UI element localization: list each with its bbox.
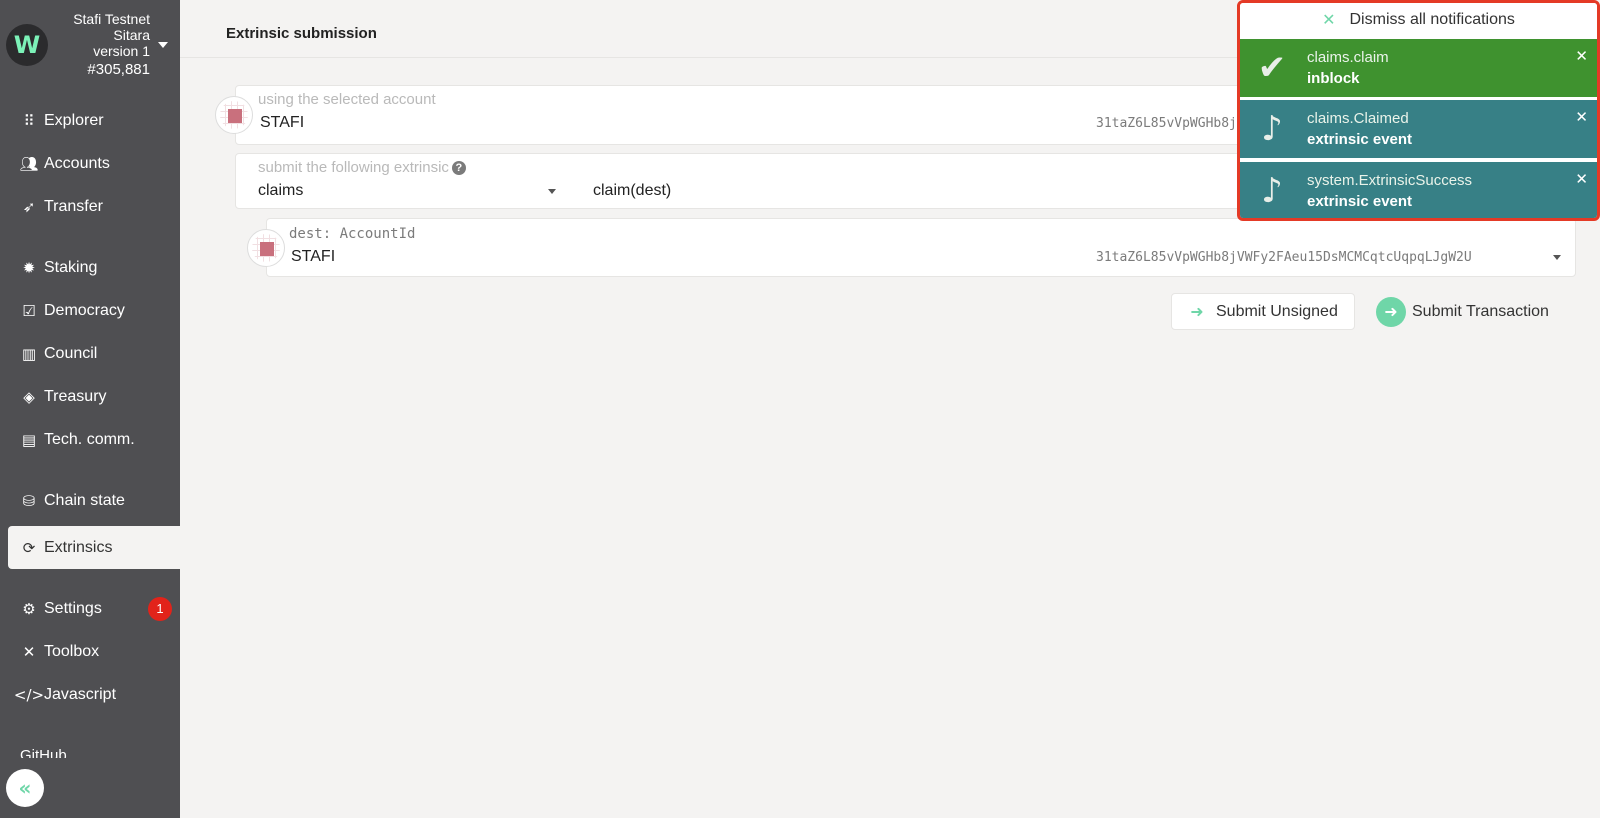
- help-icon[interactable]: ?: [451, 161, 466, 176]
- chevron-down-icon[interactable]: [158, 42, 168, 48]
- tools-icon: ✕: [22, 642, 36, 661]
- sidebar-item-staking[interactable]: ✹ Staking: [8, 246, 180, 289]
- logo-glyph: W: [13, 31, 41, 59]
- database-icon: ⛁: [22, 491, 36, 510]
- account-select-label: using the selected account: [258, 91, 436, 108]
- grid-icon: ⠿: [23, 111, 35, 130]
- sign-in-icon: ➜: [1190, 302, 1204, 321]
- extrinsic-select-label: submit the following extrinsic?: [258, 159, 466, 176]
- sidebar-item-treasury[interactable]: ◈ Treasury: [8, 375, 180, 418]
- listening-icon: ♪: [1261, 171, 1283, 211]
- sign-in-icon: ➜: [1376, 296, 1406, 327]
- notification-item: ♪ claims.Claimed extrinsic event ✕: [1240, 100, 1597, 158]
- notification-title: claims.Claimed: [1307, 110, 1409, 127]
- paper-plane-icon: ➶: [22, 197, 36, 216]
- sidebar-item-council[interactable]: ▥ Council: [8, 332, 180, 375]
- page-title: Extrinsic submission: [226, 25, 377, 42]
- double-chevron-left-icon: «: [18, 776, 32, 800]
- chain-logo[interactable]: W: [6, 24, 48, 66]
- sidebar-item-javascript[interactable]: </> Javascript: [8, 673, 180, 716]
- account-identicon: [215, 96, 253, 134]
- notification-title: claims.claim: [1307, 49, 1389, 66]
- code-icon: </>: [13, 685, 45, 704]
- sidebar-item-chain-state[interactable]: ⛁ Chain state: [8, 479, 180, 522]
- param-dest-label: dest: AccountId: [289, 226, 416, 242]
- sidebar-item-label: Staking: [44, 258, 98, 276]
- sidebar-item-settings[interactable]: ⚙ Settings 1: [8, 587, 180, 630]
- submit-unsigned-label: Submit Unsigned: [1216, 302, 1338, 320]
- notification-item: ♪ system.ExtrinsicSuccess extrinsic even…: [1240, 162, 1597, 218]
- sidebar-item-label: Toolbox: [44, 642, 100, 660]
- chain-name: Stafi Testnet: [73, 11, 150, 27]
- notification-subtitle: extrinsic event: [1307, 131, 1413, 148]
- sidebar-item-transfer[interactable]: ➶ Transfer: [8, 185, 180, 228]
- node-name: Sitara: [113, 27, 150, 43]
- collapse-sidebar-button[interactable]: «: [6, 769, 44, 807]
- sidebar-item-democracy[interactable]: ☑ Democracy: [8, 289, 180, 332]
- notification-title: system.ExtrinsicSuccess: [1307, 172, 1473, 189]
- sidebar-item-github[interactable]: GitHub: [20, 748, 170, 758]
- dismiss-all-label: Dismiss all notifications: [1349, 10, 1515, 28]
- sidebar-item-label: Treasury: [44, 387, 107, 405]
- users-icon: 👥︎: [19, 154, 39, 173]
- close-icon[interactable]: ✕: [1575, 108, 1588, 126]
- notification-item: ✔ claims.claim inblock ✕: [1240, 39, 1597, 97]
- cogs-icon: ⚙: [22, 599, 36, 618]
- sidebar-item-label: Tech. comm.: [44, 430, 135, 448]
- close-icon[interactable]: ✕: [1575, 170, 1588, 188]
- sidebar-item-extrinsics[interactable]: ⟳ Extrinsics: [8, 526, 180, 569]
- settings-badge: 1: [148, 596, 172, 621]
- notification-subtitle: inblock: [1307, 70, 1360, 87]
- block-number: #305,881: [87, 61, 150, 78]
- check-icon: ✔: [1257, 48, 1287, 88]
- dismiss-all-button[interactable]: ✕ Dismiss all notifications: [1240, 3, 1597, 36]
- sidebar-item-label: Javascript: [44, 685, 117, 703]
- sidebar: W Stafi Testnet Sitara version 1 #305,88…: [0, 0, 180, 818]
- chevron-down-icon[interactable]: [1553, 255, 1561, 260]
- submit-transaction-button[interactable]: ➜ Submit Transaction: [1376, 293, 1549, 330]
- chain-selector[interactable]: Stafi Testnet Sitara version 1 #305,881: [73, 11, 150, 78]
- method-dropdown[interactable]: claim(dest): [593, 182, 671, 200]
- param-dest-name: STAFI: [291, 248, 336, 265]
- close-icon: ✕: [1322, 10, 1336, 29]
- sidebar-item-label: Extrinsics: [44, 538, 113, 556]
- building-icon: ▥: [21, 344, 37, 363]
- submit-transaction-label: Submit Transaction: [1412, 302, 1549, 320]
- sidebar-item-tech-comm[interactable]: ▤ Tech. comm.: [8, 418, 180, 461]
- microchip-icon: ▤: [21, 430, 37, 449]
- sidebar-item-explorer[interactable]: ⠿ Explorer: [8, 99, 180, 142]
- calendar-check-icon: ☑: [22, 301, 36, 320]
- sidebar-item-label: Chain state: [44, 491, 125, 509]
- submit-unsigned-button[interactable]: ➜ Submit Unsigned: [1171, 293, 1355, 330]
- sync-icon: ⟳: [22, 538, 36, 557]
- listening-icon: ♪: [1261, 109, 1283, 149]
- certificate-icon: ✹: [22, 258, 36, 277]
- sidebar-item-label: Settings: [44, 599, 102, 617]
- sidebar-item-label: Democracy: [44, 301, 125, 319]
- chevron-down-icon[interactable]: [548, 189, 556, 194]
- sidebar-item-label: Council: [44, 344, 98, 362]
- runtime-version: version 1: [93, 43, 150, 59]
- sidebar-item-label: Transfer: [44, 197, 103, 215]
- notification-subtitle: extrinsic event: [1307, 193, 1413, 210]
- sidebar-item-toolbox[interactable]: ✕ Toolbox: [8, 630, 180, 673]
- module-dropdown[interactable]: claims: [258, 182, 303, 200]
- gem-icon: ◈: [23, 387, 35, 406]
- sidebar-item-label: Accounts: [44, 154, 110, 172]
- close-icon[interactable]: ✕: [1575, 47, 1588, 65]
- param-dest-address: 31taZ6L85vVpWGHb8jVWFy2FAeu15DsMCMCqtcUq…: [1096, 250, 1472, 265]
- dest-identicon: [247, 229, 285, 267]
- account-name: STAFI: [260, 114, 305, 131]
- sidebar-item-accounts[interactable]: 👥︎ Accounts: [8, 142, 180, 185]
- sidebar-item-label: Explorer: [44, 111, 104, 129]
- notifications-panel: ✕ Dismiss all notifications ✔ claims.cla…: [1237, 0, 1600, 221]
- param-dest-input[interactable]: dest: AccountId STAFI 31taZ6L85vVpWGHb8j…: [266, 218, 1576, 277]
